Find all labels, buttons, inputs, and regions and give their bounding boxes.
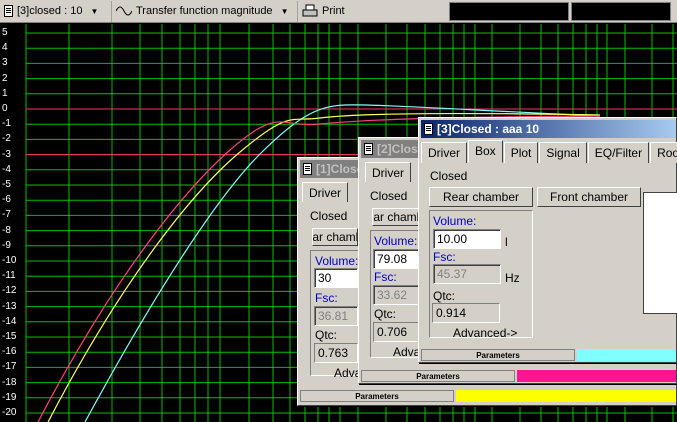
qtc-value: 0.763: [314, 343, 358, 363]
fsc-label: Fsc:: [433, 250, 456, 264]
print-button[interactable]: Print: [298, 1, 358, 22]
document-icon: [303, 163, 312, 175]
qtc-value: 0.706: [373, 322, 419, 342]
volume-label: Volume:: [374, 234, 418, 248]
volume-input[interactable]: 79.08: [373, 249, 419, 269]
status-display-2: [571, 2, 671, 21]
fsc-label: Fsc:: [315, 291, 338, 305]
qtc-value: 0.914: [432, 303, 500, 323]
rear-chamber-button[interactable]: Rear chamber: [372, 208, 420, 226]
fsc-value: 36.81: [314, 306, 358, 326]
rear-chamber-button[interactable]: Rear chamber: [429, 187, 533, 207]
box-type-label: Closed: [310, 209, 348, 223]
box-type-label: Closed: [370, 189, 408, 203]
volume-unit: l: [505, 235, 508, 249]
volume-input[interactable]: 30: [314, 268, 358, 288]
window-3-titlebar[interactable]: [3]Closed : aaa 10: [421, 120, 676, 138]
window-1-tabs: Driver: [302, 182, 349, 202]
tab-driver[interactable]: Driver: [365, 162, 411, 182]
qtc-label: Qtc:: [315, 328, 338, 342]
window-3-tabs: Driver Box Plot Signal EQ/Filter Room: [421, 140, 677, 163]
document-icon: [424, 123, 433, 135]
tab-room[interactable]: Room: [650, 142, 677, 163]
document-icon: [364, 143, 373, 155]
series-color-swatch: [517, 370, 676, 382]
fsc-unit: Hz: [505, 271, 520, 285]
window-2-tabs: Driver: [365, 162, 412, 182]
parameters-header: Parameters: [421, 349, 575, 361]
tab-plot[interactable]: Plot: [503, 142, 539, 163]
tab-box[interactable]: Box: [468, 140, 503, 163]
tab-driver[interactable]: Driver: [421, 142, 467, 163]
document-icon: [4, 5, 13, 17]
fsc-value: 33.62: [373, 285, 419, 305]
fsc-value: 45.37: [433, 264, 501, 284]
sine-wave-icon: [116, 6, 132, 16]
chevron-down-icon: ▼: [280, 6, 289, 16]
qtc-label: Qtc:: [433, 289, 456, 303]
series-color-swatch: [456, 390, 676, 402]
advanced-button[interactable]: Advanced->: [453, 326, 517, 340]
plot-select-label: [3]closed : 10: [17, 5, 83, 17]
tab-eq-filter[interactable]: EQ/Filter: [587, 142, 650, 163]
box-preview: [643, 192, 677, 314]
volume-label: Volume:: [433, 214, 477, 228]
parameters-header: Parameters: [361, 370, 515, 382]
tab-signal[interactable]: Signal: [539, 142, 587, 163]
rear-chamber-button[interactable]: Rear chamber: [312, 228, 358, 246]
window-3-title: [3]Closed : aaa 10: [437, 122, 540, 136]
tab-driver[interactable]: Driver: [302, 182, 348, 202]
plot-select[interactable]: [3]closed : 10 ▼: [0, 0, 112, 22]
series-color-swatch: [577, 349, 676, 361]
graph-select[interactable]: Transfer function magnitude ▼: [112, 0, 298, 22]
window-3[interactable]: [3]Closed : aaa 10 Driver Box Plot Signa…: [418, 117, 677, 363]
chevron-down-icon: ▼: [90, 6, 99, 16]
print-label: Print: [322, 5, 345, 17]
front-chamber-button[interactable]: Front chamber: [537, 187, 641, 207]
fsc-label: Fsc:: [374, 270, 397, 284]
printer-icon: [302, 4, 318, 17]
qtc-label: Qtc:: [374, 307, 397, 321]
box-type-label: Closed: [430, 169, 468, 183]
graph-select-label: Transfer function magnitude: [136, 5, 273, 17]
status-display-1: [449, 2, 569, 21]
toolbar: [3]closed : 10 ▼ Transfer function magni…: [0, 0, 677, 23]
parameters-header: Parameters: [300, 390, 454, 402]
volume-input[interactable]: 10.00: [433, 229, 501, 249]
volume-label: Volume:: [315, 254, 359, 268]
